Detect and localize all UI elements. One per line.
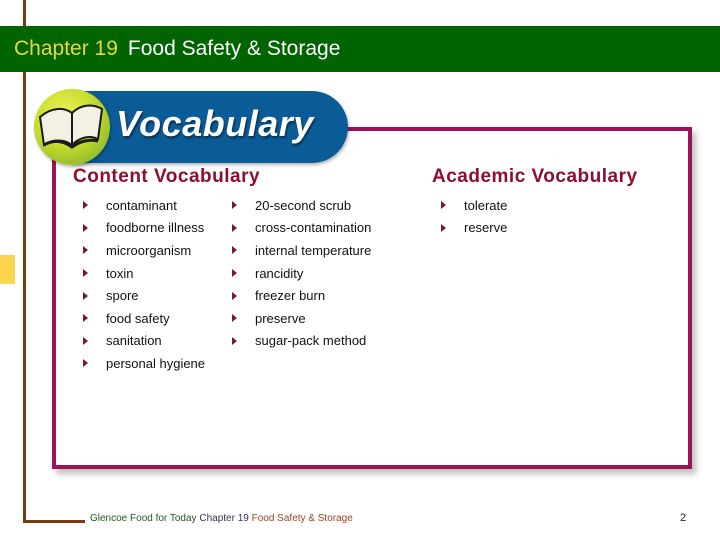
footer-rule xyxy=(23,520,85,523)
list-item: rancidity xyxy=(232,262,371,285)
list-item: food safety xyxy=(83,307,205,330)
list-item: internal temperature xyxy=(232,239,371,262)
list-item: microorganism xyxy=(83,239,205,262)
list-item: toxin xyxy=(83,262,205,285)
list-item: 20-second scrub xyxy=(232,194,371,217)
bullet-arrow-icon xyxy=(232,201,237,210)
chapter-label: Chapter 19 xyxy=(14,37,118,60)
list-item: reserve xyxy=(441,217,507,240)
bullet-arrow-icon xyxy=(441,201,446,210)
list-item: personal hygiene xyxy=(83,352,205,375)
open-book-icon xyxy=(34,89,110,165)
content-vocab-column-2: 20-second scrub cross-contamination inte… xyxy=(232,194,371,352)
list-item: spore xyxy=(83,284,205,307)
bullet-arrow-icon xyxy=(83,291,88,300)
bullet-arrow-icon xyxy=(83,269,88,278)
bullet-arrow-icon xyxy=(83,336,88,345)
bullet-arrow-icon xyxy=(83,223,88,232)
list-item: sanitation xyxy=(83,330,205,353)
bullet-arrow-icon xyxy=(83,246,88,255)
content-vocabulary-heading: Content Vocabulary xyxy=(73,166,261,187)
bullet-arrow-icon xyxy=(232,246,237,255)
content-vocab-column-1: contaminant foodborne illness microorgan… xyxy=(83,194,205,375)
footer-chapter: Chapter 19 xyxy=(199,513,249,524)
bullet-arrow-icon xyxy=(232,269,237,278)
bullet-arrow-icon xyxy=(83,314,88,323)
bullet-arrow-icon xyxy=(441,223,446,232)
list-item: foodborne illness xyxy=(83,217,205,240)
chapter-title: Food Safety & Storage xyxy=(127,37,341,60)
banner-label: Vocabulary xyxy=(116,103,314,144)
vocabulary-banner: Vocabulary xyxy=(72,91,348,163)
bullet-arrow-icon xyxy=(232,223,237,232)
side-tab[interactable] xyxy=(0,255,15,284)
bullet-arrow-icon xyxy=(232,314,237,323)
list-item: preserve xyxy=(232,307,371,330)
list-item: cross-contamination xyxy=(232,217,371,240)
bullet-arrow-icon xyxy=(83,359,88,368)
bullet-arrow-icon xyxy=(232,336,237,345)
side-rule xyxy=(23,0,26,523)
list-item: tolerate xyxy=(441,194,507,217)
list-item: freezer burn xyxy=(232,284,371,307)
academic-vocab-list: tolerate reserve xyxy=(441,194,507,239)
footer-caption: Glencoe Food for Today Chapter 19 Food S… xyxy=(90,513,353,524)
bullet-arrow-icon xyxy=(83,201,88,210)
title-bar: Chapter 19 Food Safety & Storage xyxy=(0,26,720,72)
list-item: sugar-pack method xyxy=(232,330,371,353)
footer-publisher: Glencoe Food for Today xyxy=(90,513,197,524)
bullet-arrow-icon xyxy=(232,291,237,300)
academic-vocabulary-heading: Academic Vocabulary xyxy=(432,166,638,187)
page-number: 2 xyxy=(680,512,687,524)
footer-title: Food Safety & Storage xyxy=(251,513,353,524)
list-item: contaminant xyxy=(83,194,205,217)
